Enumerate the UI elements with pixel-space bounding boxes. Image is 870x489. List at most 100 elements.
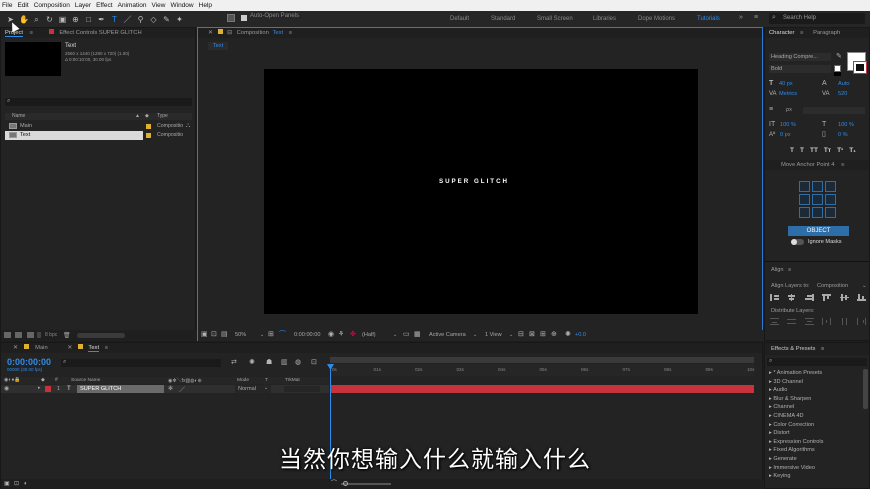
- always-preview-icon[interactable]: ▣: [201, 331, 208, 339]
- tsume-value[interactable]: 0 %: [838, 132, 848, 138]
- flowchart-icon[interactable]: ⛬: [186, 122, 190, 130]
- layer-name[interactable]: SUPER GLITCH: [77, 385, 164, 393]
- distribute-right-icon[interactable]: [856, 318, 866, 325]
- align-to-select[interactable]: Composition: [817, 283, 848, 289]
- auto-open-checkbox[interactable]: [241, 15, 247, 21]
- shy-icon[interactable]: ☗: [266, 359, 272, 367]
- align-hcenter-icon[interactable]: [787, 294, 797, 301]
- project-item-label[interactable]: [146, 124, 151, 129]
- vertical-scale-value[interactable]: 100 %: [780, 122, 796, 128]
- anchor-point-button[interactable]: [825, 181, 836, 192]
- tab-composition[interactable]: Composition: [237, 30, 269, 36]
- lock-icon[interactable]: ⊟: [227, 30, 232, 36]
- safe-areas-icon[interactable]: ⊞: [268, 331, 274, 339]
- new-folder-icon[interactable]: [15, 332, 22, 338]
- exposure-reset-icon[interactable]: ✺: [565, 331, 571, 339]
- font-style-select[interactable]: Bold: [769, 65, 831, 73]
- text-style-button[interactable]: T¹: [837, 147, 843, 154]
- kerning-value[interactable]: Metrics: [779, 91, 797, 97]
- bpc-label[interactable]: 8 bpc: [45, 332, 57, 338]
- menu-item-file[interactable]: File: [2, 2, 12, 9]
- draft-3d-icon[interactable]: ✺: [249, 359, 255, 367]
- workspace-small-screen[interactable]: Small Screen: [537, 11, 573, 27]
- text-style-button[interactable]: T: [790, 147, 794, 154]
- effects-search-input[interactable]: ⌕: [767, 358, 867, 366]
- timeline-zoom-slider[interactable]: [341, 483, 391, 485]
- tracking-value[interactable]: 520: [838, 91, 847, 97]
- align-top-icon[interactable]: [822, 294, 832, 301]
- workspace-libraries[interactable]: Libraries: [593, 11, 616, 27]
- col-name[interactable]: Name: [12, 113, 25, 119]
- workspace-dope-motions[interactable]: Dope Motions: [638, 11, 675, 27]
- new-comp-icon[interactable]: [27, 332, 34, 338]
- text-style-button[interactable]: TT: [810, 147, 818, 154]
- project-item-label[interactable]: [146, 133, 151, 138]
- workspace-more-icon[interactable]: »: [739, 14, 743, 21]
- align-right-icon[interactable]: [804, 294, 814, 301]
- effects-category[interactable]: ▸ Color Correction: [765, 421, 861, 430]
- comp-canvas[interactable]: SUPER GLITCH: [264, 69, 698, 314]
- snapshot-icon[interactable]: ◉: [328, 331, 334, 339]
- distribute-top-icon[interactable]: [770, 318, 779, 325]
- menu-item-composition[interactable]: Composition: [34, 2, 70, 9]
- comp-timecode[interactable]: 0:00:00:00: [294, 332, 320, 338]
- effects-category[interactable]: ▸ Blur & Sharpen: [765, 395, 861, 404]
- align-bottom-icon[interactable]: [856, 294, 866, 301]
- flowchart-icon[interactable]: ⊕: [551, 331, 557, 339]
- fast-previews-icon[interactable]: ⊠: [529, 331, 535, 339]
- workspace-default[interactable]: Default: [450, 11, 469, 27]
- work-area-bar[interactable]: [330, 357, 754, 363]
- layer-duration-bar[interactable]: [330, 385, 754, 393]
- type-tool-icon[interactable]: T: [110, 15, 119, 24]
- rotate-tool-icon[interactable]: ↻: [45, 15, 54, 24]
- workspace-menu-icon[interactable]: ≡: [754, 14, 758, 21]
- effects-scrollbar[interactable]: [863, 369, 868, 409]
- distribute-left-icon[interactable]: [822, 318, 832, 325]
- tab-effect-controls[interactable]: Effect Controls SUPER GLITCH: [59, 30, 141, 36]
- brush-tool-icon[interactable]: ／: [123, 15, 132, 24]
- show-snapshot-icon[interactable]: ⚘: [338, 331, 344, 339]
- snapping-icon[interactable]: [227, 14, 235, 22]
- layer-row[interactable]: ◉ ▸ 1 T SUPER GLITCH ✻ ／ Normal ⌄: [1, 385, 329, 394]
- expand-modes-icon[interactable]: ⊡: [14, 480, 19, 488]
- camera-tool-icon[interactable]: ▣: [58, 15, 67, 24]
- anchor-point-button[interactable]: [799, 194, 810, 205]
- anchor-point-button[interactable]: [812, 207, 823, 218]
- tab-paragraph[interactable]: Paragraph: [813, 30, 840, 36]
- menu-item-window[interactable]: Window: [171, 2, 194, 9]
- ignore-masks-toggle[interactable]: [791, 239, 804, 245]
- roto-brush-tool-icon[interactable]: ✎: [162, 15, 171, 24]
- stroke-color-swatch[interactable]: [853, 61, 867, 74]
- effects-category[interactable]: ▸ Audio: [765, 386, 861, 395]
- font-size-value[interactable]: 40 px: [779, 81, 793, 87]
- shy-switch-icon[interactable]: ✻: [168, 385, 173, 392]
- zoom-out-icon[interactable]: ⌒: [331, 480, 337, 488]
- time-ruler[interactable]: 0s 01s 02s 03s 04s 05s 06s 07s 08s 09s 10s: [330, 364, 754, 376]
- tab-text[interactable]: Text: [88, 345, 100, 352]
- frame-blending-icon[interactable]: ▥: [281, 359, 288, 367]
- views-select[interactable]: 1 View: [485, 332, 502, 338]
- exposure-value[interactable]: +0.0: [575, 332, 586, 338]
- menu-item-animation[interactable]: Animation: [118, 2, 147, 9]
- distribute-bottom-icon[interactable]: [804, 318, 814, 325]
- col-mode[interactable]: Mode: [237, 378, 249, 383]
- trkmat-select[interactable]: [284, 386, 320, 392]
- timeline-timecode[interactable]: 0:00:00:00: [7, 357, 51, 367]
- eyedropper-icon[interactable]: ✎: [836, 53, 842, 61]
- expand-layer-icon[interactable]: ▸: [38, 385, 41, 391]
- region-of-interest-icon[interactable]: ▭: [403, 331, 410, 339]
- text-style-button[interactable]: Tт: [824, 147, 831, 154]
- menu-item-view[interactable]: View: [152, 2, 166, 9]
- mode-chevron-icon[interactable]: ⌄: [264, 385, 268, 391]
- graph-editor-icon[interactable]: ⊡: [311, 359, 317, 367]
- zoom-tool-icon[interactable]: ⌕: [32, 15, 41, 24]
- comp-mini-flowchart-icon[interactable]: ⇄: [231, 359, 237, 367]
- align-vcenter-icon[interactable]: [839, 294, 849, 301]
- leading-value[interactable]: Auto: [838, 81, 850, 87]
- align-to-chevron-icon[interactable]: ⌄: [862, 283, 867, 289]
- tab-composition-name[interactable]: Text: [272, 30, 283, 36]
- zoom-chevron-icon[interactable]: ⌄: [260, 332, 264, 338]
- anchor-point-button[interactable]: [825, 207, 836, 218]
- horizontal-scale-value[interactable]: 100 %: [838, 122, 854, 128]
- quality-switch-icon[interactable]: ／: [179, 385, 185, 394]
